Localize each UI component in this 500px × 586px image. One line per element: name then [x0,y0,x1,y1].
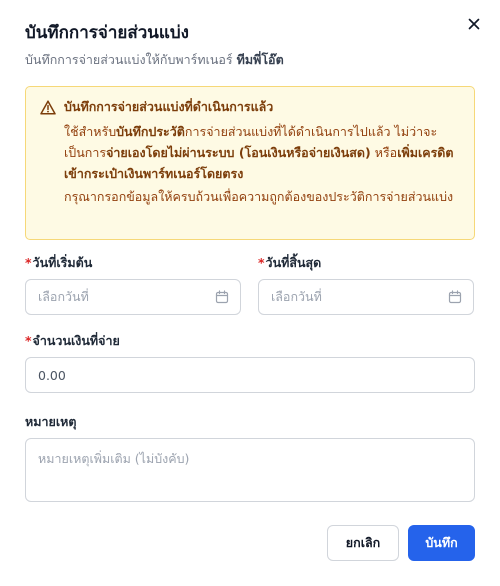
dialog-title: บันทึกการจ่ายส่วนแบ่ง [25,23,189,43]
required-mark: * [25,255,32,270]
start-date-placeholder: เลือกวันที่ [38,289,89,304]
alert-text-bold: บันทึกประวัติ [116,124,185,139]
end-date-label-text: วันที่สิ้นสุด [265,255,322,270]
info-alert: บันทึกการจ่ายส่วนแบ่งที่ดำเนินการแล้ว ใช… [25,86,475,240]
record-payout-dialog: บันทึกการจ่ายส่วนแบ่ง บันทึกการจ่ายส่วนแ… [0,0,500,586]
end-date-field: *วันที่สิ้นสุด เลือกวันที่ [258,254,474,315]
end-date-placeholder: เลือกวันที่ [271,289,322,304]
note-placeholder: หมายเหตุเพิ่มเติม (ไม่บังคับ) [38,451,190,466]
calendar-icon [215,290,229,304]
amount-label-text: จำนวนเงินที่จ่าย [32,333,120,348]
required-mark: * [258,255,265,270]
partner-name: ทีมพี่โอ๊ต [236,52,284,67]
required-mark: * [25,333,32,348]
alert-text: ใช้สำหรับบันทึกประวัติการจ่ายส่วนแบ่งที่… [64,121,460,184]
amount-value: 0.00 [38,367,66,383]
alert-title: บันทึกการจ่ายส่วนแบ่งที่ดำเนินการแล้ว [64,99,274,114]
subtitle-text: บันทึกการจ่ายส่วนแบ่งให้กับพาร์ทเนอร์ [25,52,237,67]
end-date-picker[interactable]: เลือกวันที่ [258,279,474,315]
save-button[interactable]: บันทึก [408,525,475,561]
start-date-label-text: วันที่เริ่มต้น [32,255,93,270]
amount-input[interactable]: 0.00 [25,357,475,393]
close-button[interactable] [466,16,482,32]
note-field: หมายเหตุ หมายเหตุเพิ่มเติม (ไม่บังคับ) [25,413,475,502]
dialog-subtitle: บันทึกการจ่ายส่วนแบ่งให้กับพาร์ทเนอร์ ที… [25,51,475,69]
calendar-icon [448,290,462,304]
alert-text-part: ใช้สำหรับ [64,124,117,139]
dialog-footer: ยกเลิก บันทึก [327,525,475,561]
start-date-label: *วันที่เริ่มต้น [25,254,241,272]
start-date-picker[interactable]: เลือกวันที่ [25,279,241,315]
note-textarea[interactable]: หมายเหตุเพิ่มเติม (ไม่บังคับ) [25,438,475,502]
note-label: หมายเหตุ [25,414,77,429]
date-row: *วันที่เริ่มต้น เลือกวันที่ *วันที่สิ้นส… [25,254,475,315]
close-icon [468,18,480,30]
amount-field: *จำนวนเงินที่จ่าย 0.00 [25,332,475,393]
amount-label: *จำนวนเงินที่จ่าย [25,332,475,350]
alert-text-bold: จ่ายเองโดยไม่ผ่านระบบ (โอนเงินหรือจ่ายเง… [106,145,371,160]
alert-note: กรุณากรอกข้อมูลให้ครบถ้วนเพื่อความถูกต้อ… [64,189,454,204]
start-date-field: *วันที่เริ่มต้น เลือกวันที่ [25,254,241,315]
warning-triangle-icon [40,100,56,229]
end-date-label: *วันที่สิ้นสุด [258,254,474,272]
cancel-button[interactable]: ยกเลิก [327,525,399,561]
alert-text-part: หรือ [370,145,398,160]
